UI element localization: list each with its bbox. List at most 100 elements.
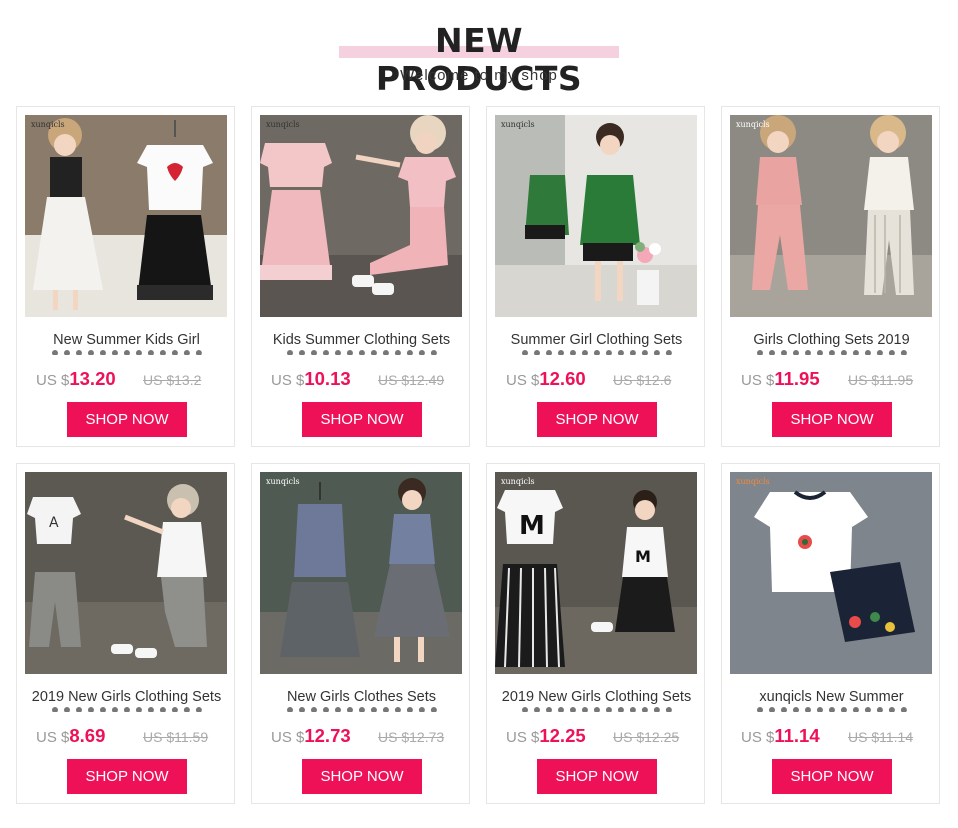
product-image[interactable]: xunqicls	[730, 115, 932, 317]
currency-label: US $	[741, 729, 775, 746]
current-price: US $11.14	[741, 725, 820, 749]
product-card[interactable]: xunqicls New Summer Kids Girl US $13.20 …	[16, 106, 235, 447]
shop-now-button[interactable]: SHOP NOW	[302, 402, 422, 437]
product-name[interactable]: Kids Summer Clothing Sets	[260, 331, 463, 351]
original-price: US $12.6	[613, 372, 672, 388]
product-photo-striped-set	[730, 115, 932, 317]
product-name-overflow	[260, 707, 463, 712]
product-name[interactable]: New Summer Kids Girl	[25, 331, 228, 351]
product-image[interactable]: xunqicls	[25, 115, 227, 317]
product-photo-stripe-pants-set: M M	[495, 472, 697, 674]
product-card[interactable]: M M xunqicls 2019 New Girls Clothing Set…	[486, 463, 705, 804]
product-name[interactable]: 2019 New Girls Clothing Sets	[25, 688, 228, 708]
price-amount: 11.95	[774, 368, 820, 389]
product-name-overflow	[495, 350, 698, 355]
title-block: NEW PRODUCTS	[339, 22, 619, 98]
currency-label: US $	[506, 372, 540, 389]
price-row: US $11.95 US $11.95	[722, 368, 941, 390]
page-subtitle: Welcome to my shop	[400, 67, 558, 84]
product-name[interactable]: New Girls Clothes Sets	[260, 688, 463, 708]
svg-text:M: M	[635, 547, 651, 566]
shop-now-button[interactable]: SHOP NOW	[302, 759, 422, 794]
price-amount: 12.73	[304, 725, 351, 746]
brand-watermark: xunqicls	[266, 477, 300, 486]
shop-now-button[interactable]: SHOP NOW	[772, 402, 892, 437]
product-name[interactable]: Girls Clothing Sets 2019	[730, 331, 933, 351]
original-price: US $12.73	[378, 729, 445, 745]
svg-text:A: A	[49, 515, 59, 531]
price-row: US $13.20 US $13.2	[17, 368, 236, 390]
product-name-overflow	[730, 707, 933, 712]
price-row: US $12.60 US $12.6	[487, 368, 706, 390]
current-price: US $12.73	[271, 725, 351, 749]
product-image[interactable]: M M xunqicls	[495, 472, 697, 674]
original-price: US $11.59	[143, 729, 209, 745]
product-card[interactable]: xunqicls Girls Clothing Sets 2019 US $11…	[721, 106, 940, 447]
price-row: US $10.13 US $12.49	[252, 368, 471, 390]
price-row: US $12.73 US $12.73	[252, 725, 471, 747]
product-card[interactable]: xunqicls Kids Summer Clothing Sets US $1…	[251, 106, 470, 447]
svg-text:M: M	[519, 511, 545, 541]
price-row: US $11.14 US $11.14	[722, 725, 941, 747]
price-amount: 10.13	[304, 368, 351, 389]
currency-label: US $	[36, 372, 70, 389]
product-name[interactable]: 2019 New Girls Clothing Sets	[495, 688, 698, 708]
price-amount: 13.20	[69, 368, 116, 389]
brand-watermark: xunqicls	[736, 477, 770, 486]
product-image[interactable]: xunqicls	[260, 115, 462, 317]
current-price: US $11.95	[741, 368, 820, 392]
currency-label: US $	[36, 729, 70, 746]
brand-watermark: xunqicls	[736, 120, 770, 129]
currency-label: US $	[271, 372, 305, 389]
product-image[interactable]: xunqicls	[260, 472, 462, 674]
current-price: US $12.60	[506, 368, 586, 392]
shop-now-button[interactable]: SHOP NOW	[537, 402, 657, 437]
current-price: US $13.20	[36, 368, 116, 392]
current-price: US $8.69	[36, 725, 105, 749]
product-name-overflow	[25, 707, 228, 712]
brand-watermark: xunqicls	[31, 120, 65, 129]
price-amount: 8.69	[69, 725, 106, 746]
product-photo-pink-set	[260, 115, 462, 317]
price-row: US $8.69 US $11.59	[17, 725, 236, 747]
section-header: NEW PRODUCTS Welcome to my shop	[0, 0, 958, 100]
price-amount: 11.14	[774, 725, 820, 746]
page-title: NEW PRODUCTS	[375, 21, 583, 98]
product-card[interactable]: xunqicls New Girls Clothes Sets US $12.7…	[251, 463, 470, 804]
product-name-overflow	[260, 350, 463, 355]
product-image[interactable]: A	[25, 472, 227, 674]
product-image[interactable]: xunqicls	[730, 472, 932, 674]
original-price: US $12.49	[378, 372, 445, 388]
brand-watermark: xunqicls	[266, 120, 300, 129]
product-name-overflow	[730, 350, 933, 355]
brand-watermark: xunqicls	[501, 120, 535, 129]
currency-label: US $	[271, 729, 305, 746]
product-name[interactable]: Summer Girl Clothing Sets	[495, 331, 698, 351]
price-amount: 12.60	[539, 368, 586, 389]
brand-watermark: xunqicls	[501, 477, 535, 486]
product-photo-denim-set	[260, 472, 462, 674]
original-price: US $11.95	[848, 372, 914, 388]
shop-now-button[interactable]: SHOP NOW	[537, 759, 657, 794]
shop-now-button[interactable]: SHOP NOW	[67, 759, 187, 794]
product-photo-kids-skirts	[25, 115, 227, 317]
price-amount: 12.25	[539, 725, 586, 746]
currency-label: US $	[741, 372, 775, 389]
original-price: US $11.14	[848, 729, 914, 745]
product-name[interactable]: xunqicls New Summer	[730, 688, 933, 708]
product-name-overflow	[495, 707, 698, 712]
product-photo-green-set	[495, 115, 697, 317]
current-price: US $10.13	[271, 368, 351, 392]
product-photo-flower-set	[730, 472, 932, 674]
product-photo-plaid-set: A	[25, 472, 227, 674]
product-card[interactable]: A 2019 New Girls Clothing Sets US $8.69 …	[16, 463, 235, 804]
product-card[interactable]: xunqicls Summer Girl Clothing Sets US $1…	[486, 106, 705, 447]
shop-now-button[interactable]: SHOP NOW	[772, 759, 892, 794]
current-price: US $12.25	[506, 725, 586, 749]
currency-label: US $	[506, 729, 540, 746]
product-image[interactable]: xunqicls	[495, 115, 697, 317]
original-price: US $13.2	[143, 372, 202, 388]
shop-now-button[interactable]: SHOP NOW	[67, 402, 187, 437]
product-card[interactable]: xunqicls xunqicls New Summer US $11.14 U…	[721, 463, 940, 804]
price-row: US $12.25 US $12.25	[487, 725, 706, 747]
